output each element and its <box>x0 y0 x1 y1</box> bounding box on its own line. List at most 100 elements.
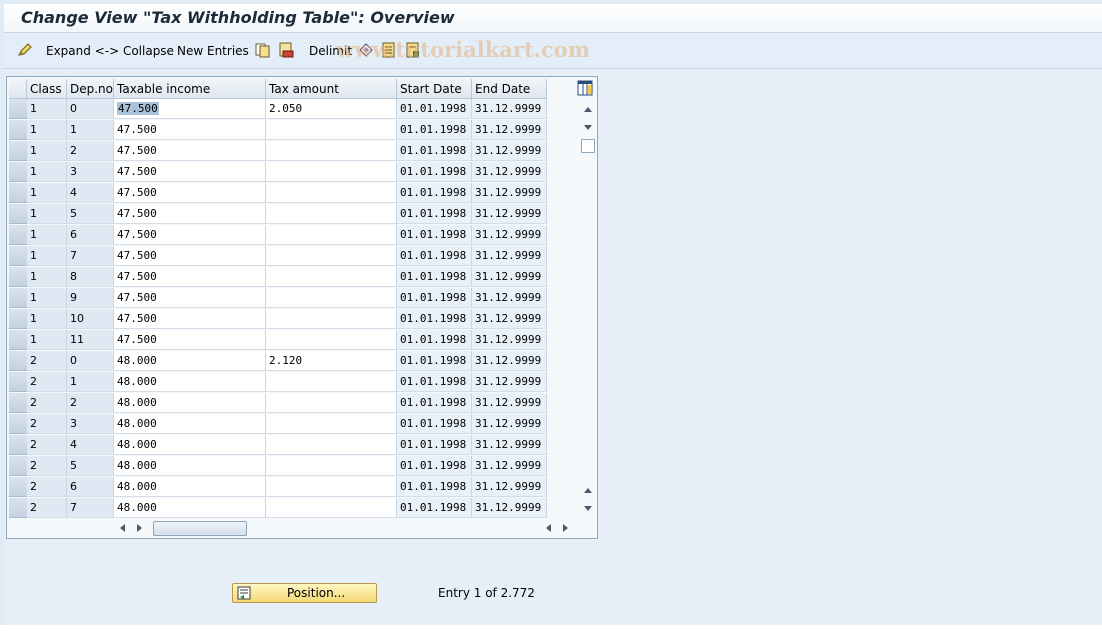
row-selector[interactable] <box>9 99 27 119</box>
cell-tax-amount[interactable] <box>266 246 397 266</box>
scroll-right-end-icon[interactable] <box>561 522 571 534</box>
cell-taxable-income[interactable]: 48.000 <box>114 414 266 434</box>
column-settings-icon[interactable] <box>577 80 593 96</box>
row-selector[interactable] <box>9 498 27 518</box>
row-selector[interactable] <box>9 183 27 203</box>
cell-tax-amount[interactable] <box>266 162 397 182</box>
cell-taxable-income[interactable]: 48.000 <box>114 351 266 371</box>
cell-tax-amount[interactable] <box>266 477 397 497</box>
row-selector[interactable] <box>9 435 27 455</box>
cell-tax-amount[interactable] <box>266 393 397 413</box>
row-selector[interactable] <box>9 246 27 266</box>
row-selector[interactable] <box>9 162 27 182</box>
cell-taxable-income[interactable]: 47.500 <box>114 246 266 266</box>
cell-taxable-income[interactable]: 47.500 <box>114 162 266 182</box>
cell-tax-amount[interactable] <box>266 435 397 455</box>
cell-taxable-income[interactable]: 47.500 <box>114 330 266 350</box>
status-bar <box>0 625 1102 636</box>
scroll-down-bottom-icon[interactable] <box>582 503 594 513</box>
edit-toggle-icon[interactable] <box>17 42 33 58</box>
cell-tax-amount[interactable] <box>266 372 397 392</box>
column-header-dep-no[interactable]: Dep.no <box>67 79 114 99</box>
cell-tax-amount[interactable] <box>266 141 397 161</box>
row-selector[interactable] <box>9 330 27 350</box>
vertical-scrollbar[interactable] <box>580 102 596 520</box>
cell-taxable-income[interactable]: 47.500 <box>114 99 266 119</box>
cell-end-date: 31.12.9999 <box>472 435 547 455</box>
table-row: 1 9 47.500 01.01.1998 31.12.9999 <box>9 288 551 309</box>
row-selector[interactable] <box>9 393 27 413</box>
selected-value[interactable]: 47.500 <box>117 102 159 115</box>
column-header-class[interactable]: Class <box>27 79 67 99</box>
cell-tax-amount[interactable] <box>266 183 397 203</box>
cell-taxable-income[interactable]: 47.500 <box>114 309 266 329</box>
scroll-down-icon[interactable] <box>582 122 594 132</box>
delete-icon[interactable] <box>278 42 294 58</box>
cell-class: 1 <box>27 162 67 182</box>
scroll-up-bottom-icon[interactable] <box>582 485 594 495</box>
new-entries-button[interactable]: New Entries <box>177 42 249 60</box>
cell-taxable-income[interactable]: 47.500 <box>114 183 266 203</box>
row-selector[interactable] <box>9 141 27 161</box>
cell-tax-amount[interactable] <box>266 309 397 329</box>
cell-taxable-income[interactable]: 48.000 <box>114 456 266 476</box>
row-selector[interactable] <box>9 414 27 434</box>
cell-tax-amount[interactable] <box>266 414 397 434</box>
cell-taxable-income[interactable]: 48.000 <box>114 498 266 518</box>
row-selector[interactable] <box>9 456 27 476</box>
table-row: 1 2 47.500 01.01.1998 31.12.9999 <box>9 141 551 162</box>
row-selector[interactable] <box>9 288 27 308</box>
cell-tax-amount[interactable] <box>266 120 397 140</box>
cell-taxable-income[interactable]: 48.000 <box>114 435 266 455</box>
row-selector[interactable] <box>9 372 27 392</box>
column-header-tax-amount[interactable]: Tax amount <box>266 79 397 99</box>
cell-taxable-income[interactable]: 47.500 <box>114 120 266 140</box>
cell-taxable-income[interactable]: 47.500 <box>114 267 266 287</box>
expand-collapse-button[interactable]: Expand <-> Collapse <box>46 42 174 60</box>
column-header-start-date[interactable]: Start Date <box>397 79 472 99</box>
cell-taxable-income[interactable]: 47.500 <box>114 141 266 161</box>
row-selector[interactable] <box>9 204 27 224</box>
position-button[interactable]: Position... <box>232 583 377 603</box>
table-row: 1 7 47.500 01.01.1998 31.12.9999 <box>9 246 551 267</box>
row-selector[interactable] <box>9 120 27 140</box>
scroll-left-icon[interactable] <box>117 522 127 534</box>
column-header-end-date[interactable]: End Date <box>472 79 547 99</box>
cell-tax-amount[interactable] <box>266 225 397 245</box>
cell-taxable-income[interactable]: 48.000 <box>114 393 266 413</box>
cell-tax-amount[interactable] <box>266 267 397 287</box>
scroll-up-icon[interactable] <box>582 104 594 114</box>
row-selector[interactable] <box>9 267 27 287</box>
copy-icon[interactable] <box>255 42 271 58</box>
table-row: 2 5 48.000 01.01.1998 31.12.9999 <box>9 456 551 477</box>
scroll-thumb[interactable] <box>581 139 595 153</box>
cell-taxable-income[interactable]: 47.500 <box>114 204 266 224</box>
scroll-right-icon[interactable] <box>135 522 145 534</box>
cell-taxable-income[interactable]: 48.000 <box>114 372 266 392</box>
position-icon <box>237 586 251 600</box>
cell-tax-amount[interactable]: 2.050 <box>266 99 397 119</box>
watermark: www.tutorialkart.com <box>336 37 590 62</box>
scroll-left-end-icon[interactable] <box>543 522 553 534</box>
cell-taxable-income[interactable]: 47.500 <box>114 288 266 308</box>
row-selector[interactable] <box>9 351 27 371</box>
table-row: 2 0 48.000 2.120 01.01.1998 31.12.9999 <box>9 351 551 372</box>
cell-taxable-income[interactable]: 48.000 <box>114 477 266 497</box>
cell-tax-amount[interactable] <box>266 498 397 518</box>
row-selector[interactable] <box>9 225 27 245</box>
cell-start-date: 01.01.1998 <box>397 204 472 224</box>
cell-tax-amount[interactable] <box>266 456 397 476</box>
select-all-header[interactable] <box>9 79 27 99</box>
row-selector[interactable] <box>9 309 27 329</box>
cell-end-date: 31.12.9999 <box>472 372 547 392</box>
cell-class: 1 <box>27 141 67 161</box>
cell-tax-amount[interactable] <box>266 204 397 224</box>
cell-tax-amount[interactable] <box>266 330 397 350</box>
cell-tax-amount[interactable] <box>266 288 397 308</box>
cell-tax-amount[interactable]: 2.120 <box>266 351 397 371</box>
h-scroll-thumb[interactable] <box>153 521 247 536</box>
column-header-taxable-income[interactable]: Taxable income <box>114 79 266 99</box>
row-selector[interactable] <box>9 477 27 497</box>
cell-taxable-income[interactable]: 47.500 <box>114 225 266 245</box>
cell-class: 1 <box>27 99 67 119</box>
